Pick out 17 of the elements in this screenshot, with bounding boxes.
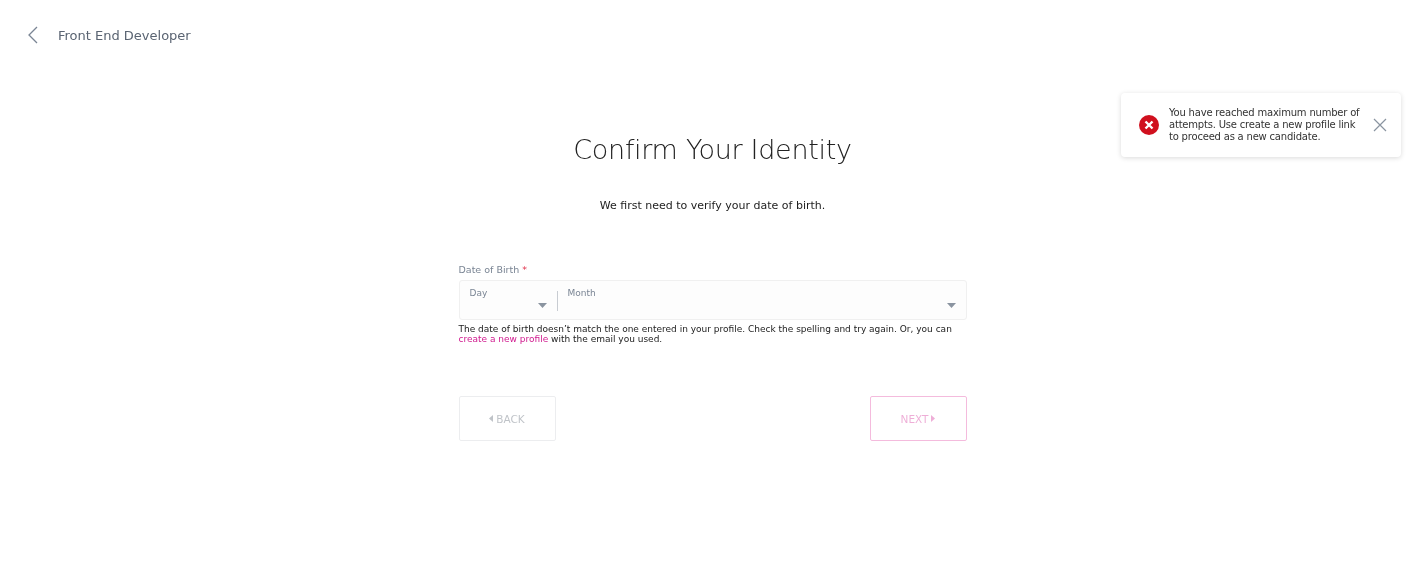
day-dropdown[interactable]: Day — [459, 281, 557, 319]
error-message: The date of birth doesn’t match the one entered in your profile. Check the spelling and try again. Or, you can create a new profile with the email you used. — [458, 324, 953, 344]
caret-icon — [537, 303, 547, 308]
month-dropdown[interactable]: Month — [557, 281, 966, 319]
field-label: Date of Birth — [458, 264, 520, 275]
job-title: Front End Developer — [58, 27, 191, 43]
left-triangle-icon — [489, 415, 494, 422]
back-icon[interactable] — [28, 26, 38, 44]
page-title: Confirm Your Identity — [572, 134, 853, 165]
close-icon[interactable] — [1373, 118, 1387, 132]
error-icon — [1139, 115, 1159, 135]
page-subtitle: We first need to verify your date of birth. — [598, 199, 827, 212]
toast-message: You have reached maximum number of attempts. Use create a new profile link to proceed as a new candidate. — [1169, 107, 1361, 143]
right-triangle-icon — [931, 415, 936, 422]
create-profile-link[interactable]: create a new profile — [458, 334, 549, 344]
required-mark: * — [522, 264, 527, 275]
caret-icon — [946, 303, 956, 308]
